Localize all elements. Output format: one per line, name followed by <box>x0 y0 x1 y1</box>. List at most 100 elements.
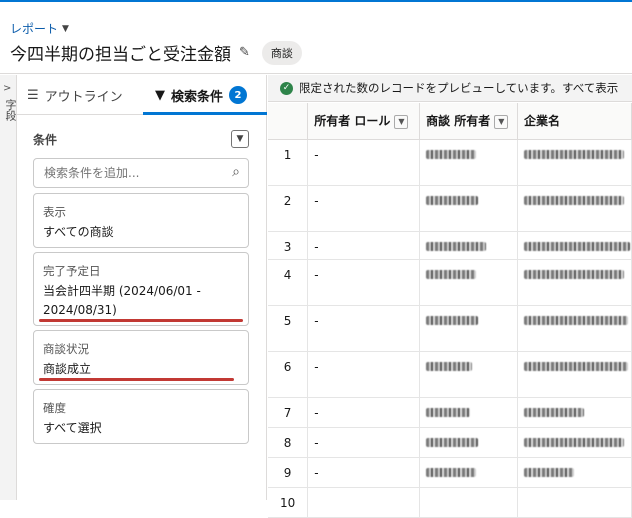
chevron-down-icon: ▼ <box>236 134 244 144</box>
search-icon: ⌕ <box>232 164 240 180</box>
table-row[interactable]: 8 - <box>268 427 632 458</box>
column-header-owner-role[interactable]: 所有者 ロール ▼ <box>307 103 421 140</box>
cell-owner-role: - <box>307 427 421 458</box>
row-number-header <box>268 103 309 140</box>
cell-owner-redacted <box>419 259 518 306</box>
table-row[interactable]: 3 - <box>268 231 632 260</box>
cell-owner-role: - <box>307 351 421 398</box>
cell-account-redacted <box>517 351 632 398</box>
row-number: 3 <box>268 231 309 260</box>
breadcrumb[interactable]: レポート ▼ <box>10 20 69 37</box>
row-number: 6 <box>268 351 309 398</box>
table-row[interactable]: 7 - <box>268 397 632 428</box>
page-title: 今四半期の担当ごと受注金額 <box>10 45 231 65</box>
cell-account-redacted <box>517 397 632 428</box>
breadcrumb-reports[interactable]: レポート <box>10 20 58 37</box>
cell-owner-role: - <box>307 231 421 260</box>
column-header-label: 企業名 <box>523 114 560 129</box>
chevron-right-icon[interactable]: > <box>3 83 11 94</box>
filter-search-box[interactable]: ⌕ <box>33 158 249 188</box>
filter-card-show[interactable]: 表示 すべての商談 <box>33 193 249 248</box>
table-row[interactable]: 4 - <box>268 259 632 306</box>
field-panel-label: 字段 <box>4 99 17 121</box>
highlight-underline <box>39 378 234 381</box>
row-number: 2 <box>268 185 309 232</box>
pencil-icon[interactable]: ✎ <box>239 45 250 60</box>
filter-title: 商談状況 <box>43 342 89 356</box>
cell-owner-redacted <box>419 457 518 488</box>
add-filter-input[interactable] <box>44 165 214 181</box>
cell-owner-role: - <box>307 139 421 186</box>
report-table: 所有者 ロール ▼ 商談 所有者 ▼ 企業名 1 - 2 - 3 - 4 - 5… <box>268 103 632 518</box>
cell-account-redacted <box>517 457 632 488</box>
cell-owner-redacted <box>419 185 518 232</box>
table-row[interactable]: 10 <box>268 487 632 518</box>
list-icon: ☰ <box>27 87 39 103</box>
cell-owner-role: - <box>307 397 421 428</box>
row-number: 9 <box>268 457 309 488</box>
active-tab-indicator <box>143 112 267 115</box>
cell-owner-redacted <box>419 231 518 260</box>
conditions-menu-button[interactable]: ▼ <box>231 130 249 148</box>
report-header: レポート ▼ 今四半期の担当ごと受注金額 ✎ 商談 <box>0 0 632 74</box>
filter-card-stage[interactable]: 商談状況 商談成立 <box>33 330 249 385</box>
cell-owner-redacted <box>419 487 518 518</box>
row-number: 1 <box>268 139 309 186</box>
column-header-account-name[interactable]: 企業名 <box>517 103 632 140</box>
filter-value: 商談成立 <box>43 362 92 376</box>
filter-card-probability[interactable]: 確度 すべて選択 <box>33 389 249 444</box>
row-number: 8 <box>268 427 309 458</box>
tab-outline[interactable]: ☰ アウトライン <box>27 75 123 115</box>
row-number: 7 <box>268 397 309 428</box>
filter-value: 当会計四半期 (2024/06/01 - 2024/08/31) <box>43 284 201 317</box>
table-row[interactable]: 2 - <box>268 185 632 232</box>
table-row[interactable]: 1 - <box>268 139 632 186</box>
filter-card-close-date[interactable]: 完了予定日 当会計四半期 (2024/06/01 - 2024/08/31) <box>33 252 249 326</box>
filter-title: 完了予定日 <box>43 264 101 278</box>
row-number: 5 <box>268 305 309 352</box>
object-badge: 商談 <box>261 40 302 65</box>
highlight-underline <box>39 319 243 322</box>
cell-account-redacted <box>517 305 632 352</box>
success-check-icon: ✓ <box>280 81 293 95</box>
chevron-down-icon[interactable]: ▼ <box>394 114 409 129</box>
tab-filters-label: 検索条件 <box>171 89 224 105</box>
cell-account-redacted <box>517 427 632 458</box>
cell-owner-redacted <box>419 305 518 352</box>
cell-owner-redacted <box>419 351 518 398</box>
report-preview: ✓ 限定された数のレコードをプレビューしています。すべて表示 所有者 ロール ▼ … <box>268 75 632 518</box>
table-row[interactable]: 9 - <box>268 457 632 488</box>
cell-account-redacted <box>517 487 632 518</box>
field-panel-collapsed[interactable]: > 字段 <box>0 75 17 500</box>
cell-owner-role: - <box>307 185 421 232</box>
chevron-down-icon[interactable]: ▼ <box>62 24 69 34</box>
table-row[interactable]: 6 - <box>268 351 632 398</box>
chevron-down-icon[interactable]: ▼ <box>494 114 509 129</box>
filter-panel: ☰ アウトライン ▼ 検索条件 2 条件 ▼ ⌕ 表示 すべての商談 完了予定日… <box>17 75 267 500</box>
tab-filters[interactable]: ▼ 検索条件 2 <box>155 75 248 115</box>
conditions-label: 条件 <box>33 133 58 147</box>
cell-account-redacted <box>517 139 632 186</box>
column-header-label: 所有者 ロール <box>314 114 391 129</box>
column-header-opportunity-owner[interactable]: 商談 所有者 ▼ <box>419 103 518 140</box>
filter-title: 確度 <box>43 401 66 415</box>
column-header-label: 商談 所有者 <box>426 114 491 129</box>
cell-owner-role: - <box>307 305 421 352</box>
cell-owner-redacted <box>419 397 518 428</box>
table-row[interactable]: 5 - <box>268 305 632 352</box>
filter-icon: ▼ <box>155 87 165 103</box>
cell-account-redacted <box>517 185 632 232</box>
cell-account-redacted <box>517 231 632 260</box>
preview-notice: ✓ 限定された数のレコードをプレビューしています。すべて表示 <box>268 75 632 102</box>
filter-title: 表示 <box>43 205 66 219</box>
row-number: 10 <box>268 487 309 518</box>
filter-value: すべての商談 <box>43 225 114 239</box>
cell-account-redacted <box>517 259 632 306</box>
cell-owner-redacted <box>419 427 518 458</box>
cell-owner-role <box>307 487 421 518</box>
row-number: 4 <box>268 259 309 306</box>
preview-notice-text: 限定された数のレコードをプレビューしています。すべて表示 <box>299 81 619 95</box>
panel-tabs: ☰ アウトライン ▼ 検索条件 2 <box>17 75 267 115</box>
cell-owner-redacted <box>419 139 518 186</box>
cell-owner-role: - <box>307 457 421 488</box>
